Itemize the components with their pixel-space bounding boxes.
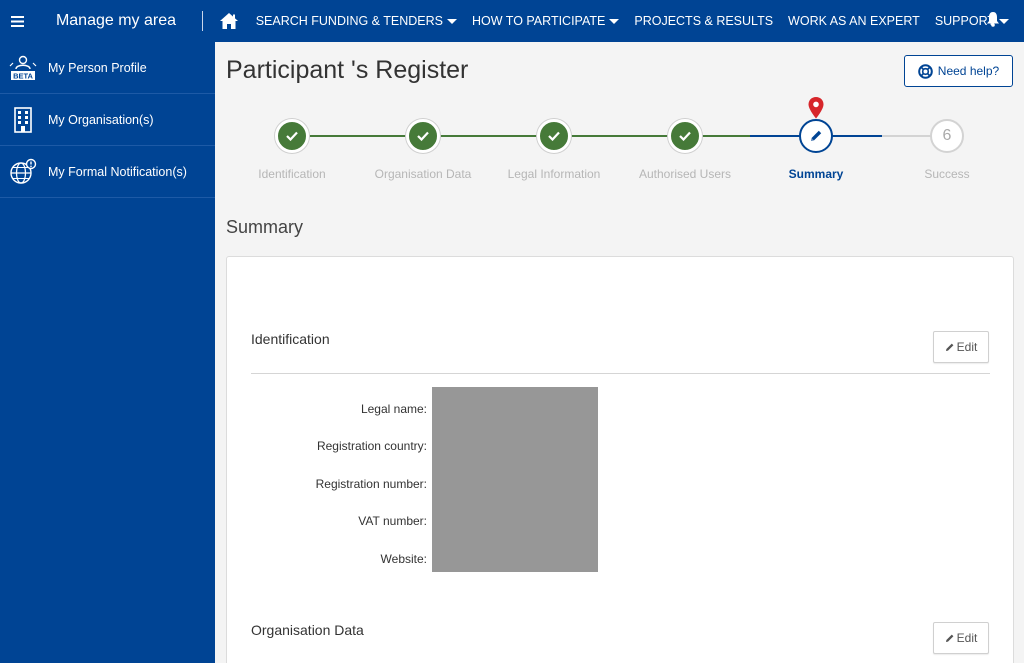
step-1-done[interactable]: [275, 119, 309, 153]
bell-icon: [987, 12, 999, 27]
edit-label: Edit: [956, 340, 978, 354]
registration-stepper: 6 Identification Organisation Data Legal…: [215, 97, 1024, 202]
nav-label: SEARCH FUNDING & TENDERS: [255, 14, 443, 28]
edit-identification-button[interactable]: Edit: [933, 331, 989, 363]
step-4-done[interactable]: [668, 119, 702, 153]
sidebar-item-formal-notifications[interactable]: My Formal Notification(s): [0, 146, 215, 198]
nav-projects-results[interactable]: PROJECTS & RESULTS: [634, 14, 773, 28]
page-title: Participant 's Register: [226, 56, 469, 84]
nav-how-to-participate[interactable]: HOW TO PARTICIPATE: [472, 14, 620, 28]
globe-notification-icon: [4, 157, 42, 187]
check-icon: [548, 131, 560, 141]
step-label: Authorised Users: [638, 167, 732, 181]
step-label-current: Summary: [788, 167, 844, 181]
organisation-data-heading: Organisation Data: [251, 622, 364, 638]
hamburger-menu-button[interactable]: [0, 0, 36, 42]
top-bar: Manage my area SEARCH FUNDING & TENDERS …: [0, 0, 1024, 42]
step-2-done[interactable]: [406, 119, 440, 153]
step-number: 6: [942, 127, 952, 144]
pencil-icon: [945, 343, 954, 351]
home-button[interactable]: [203, 0, 256, 42]
lifebuoy-icon: [917, 63, 933, 79]
beta-profile-icon: BETA: [4, 53, 42, 83]
pencil-icon: [811, 130, 822, 141]
section-divider: [251, 373, 990, 374]
caret-down-icon: [609, 18, 620, 24]
sidebar: BETA My Person Profile My Organisation(s…: [0, 42, 215, 663]
field-label-registration-number: Registration number:: [315, 477, 427, 491]
check-icon: [286, 131, 298, 141]
main-content: Participant 's Register Need help? 6 Ide…: [215, 42, 1024, 663]
sidebar-item-label: My Formal Notification(s): [48, 164, 187, 179]
sidebar-item-organisations[interactable]: My Organisation(s): [0, 94, 215, 146]
edit-organisation-data-button[interactable]: Edit: [933, 622, 989, 654]
summary-card: Identification Edit Legal name: Registra…: [226, 256, 1014, 663]
field-label-vat-number: VAT number:: [358, 514, 427, 528]
nav-label: WORK AS AN EXPERT: [788, 14, 920, 28]
caret-down-icon: [447, 18, 457, 24]
identification-heading: Identification: [251, 331, 330, 347]
building-icon: [4, 105, 42, 135]
step-6-future[interactable]: 6: [930, 119, 964, 153]
nav-search-funding[interactable]: SEARCH FUNDING & TENDERS: [256, 14, 457, 28]
main-nav: SEARCH FUNDING & TENDERS HOW TO PARTICIP…: [256, 0, 1024, 42]
step-3-done[interactable]: [537, 119, 571, 153]
step-label: Identification: [258, 167, 326, 181]
step-5-current[interactable]: [799, 119, 833, 153]
edit-label: Edit: [956, 631, 978, 645]
redacted-values-block: [432, 387, 598, 572]
nav-label: HOW TO PARTICIPATE: [472, 14, 606, 28]
step-label: Organisation Data: [374, 167, 472, 181]
location-pin-icon: [808, 97, 824, 119]
nav-label: PROJECTS & RESULTS: [634, 14, 774, 28]
field-label-legal-name: Legal name:: [360, 402, 427, 416]
step-label: Legal Information: [507, 167, 601, 181]
sidebar-item-label: My Organisation(s): [48, 112, 154, 127]
nav-work-as-expert[interactable]: WORK AS AN EXPERT: [788, 14, 920, 28]
field-label-website: Website:: [380, 552, 427, 566]
sidebar-item-person-profile[interactable]: BETA My Person Profile: [0, 42, 215, 94]
section-title: Summary: [226, 217, 304, 237]
need-help-button[interactable]: Need help?: [904, 55, 1013, 87]
check-icon: [679, 131, 691, 141]
notifications-button[interactable]: [986, 12, 1002, 28]
pencil-icon: [945, 634, 954, 642]
need-help-label: Need help?: [937, 64, 1000, 78]
home-icon: [220, 13, 239, 29]
field-label-registration-country: Registration country:: [316, 439, 427, 453]
beta-icon-text: BETA: [13, 71, 33, 80]
sidebar-item-label: My Person Profile: [48, 60, 147, 75]
app-title[interactable]: Manage my area: [36, 12, 200, 30]
step-label: Success: [924, 167, 970, 181]
check-icon: [417, 131, 429, 141]
hamburger-menu-icon: [11, 15, 25, 27]
